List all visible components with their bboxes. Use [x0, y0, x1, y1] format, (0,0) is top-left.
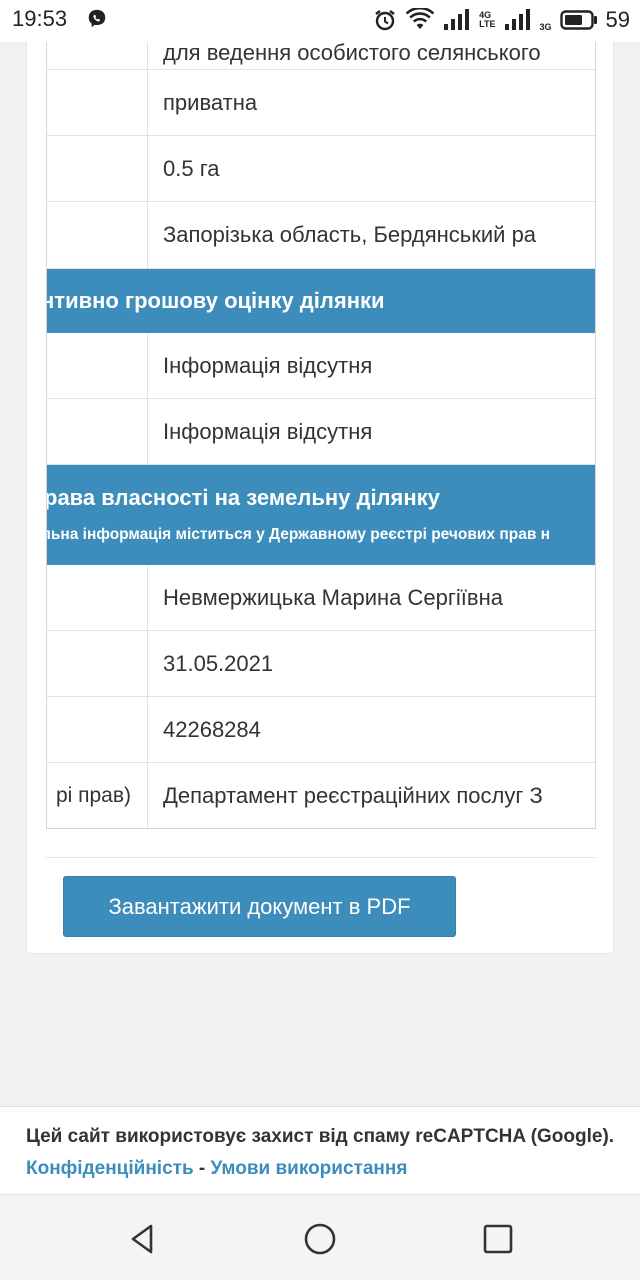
table-label-cell: [47, 42, 148, 69]
battery-icon: [559, 10, 597, 30]
privacy-link[interactable]: Конфіденційність: [26, 1158, 194, 1179]
table-label-cell: [47, 631, 148, 696]
table-value-cell: приватна: [163, 89, 258, 115]
content-card: для ведення особистого селянського прива…: [26, 42, 614, 954]
divider: [46, 857, 596, 858]
table-label-cell: [47, 697, 148, 762]
recents-icon[interactable]: [481, 1222, 515, 1256]
table-row: Запорізька область, Бердянський ра: [47, 202, 595, 269]
table-row: Невмержицька Марина Сергіївна: [47, 565, 595, 631]
battery-percent: 59: [605, 7, 630, 32]
table-value-cell: 31.05.2021: [163, 650, 274, 676]
table-label-cell: рі прав): [47, 763, 148, 828]
section-header-ownership: рава власності на земельну ділянку льна …: [47, 465, 595, 565]
section-subtitle: льна інформація міститься у Державному р…: [47, 526, 551, 543]
table-value-cell: Інформація відсутня: [163, 418, 373, 444]
recaptcha-notice: Цей сайт використовує захист від спаму r…: [0, 1106, 640, 1194]
signal-strength-icon: [444, 9, 470, 30]
table-value-cell: Невмержицька Марина Сергіївна: [163, 584, 503, 610]
table-row: Інформація відсутня: [47, 399, 595, 465]
back-icon[interactable]: [126, 1222, 160, 1256]
network-type-4g: 4G LTE: [479, 11, 495, 29]
table-label-cell: [47, 333, 148, 398]
recaptcha-text: Цей сайт використовує захист від спаму r…: [26, 1126, 615, 1179]
table-row: Інформація відсутня: [47, 333, 595, 399]
terms-link[interactable]: Умови використання: [211, 1158, 408, 1179]
section-title: рава власності на земельну ділянку: [47, 485, 440, 510]
home-icon[interactable]: [303, 1222, 337, 1256]
table-label-cell: [47, 399, 148, 464]
table-value-cell: 0.5 га: [163, 155, 220, 181]
network-type-3g: 3G: [539, 22, 552, 32]
status-time: 19:53: [12, 6, 68, 31]
status-icons: 4G LTE 3G 59: [373, 4, 630, 36]
signal-strength-icon-2: [504, 9, 530, 30]
navigation-bar: [0, 1194, 640, 1280]
table-row: для ведення особистого селянського: [47, 42, 595, 70]
table-label-cell: [47, 136, 148, 201]
table-label-cell: [47, 70, 148, 135]
table-label-cell: [47, 565, 148, 630]
table-row: 0.5 га: [47, 136, 595, 202]
section-header-valuation: нтивно грошову оцінку ділянки: [47, 269, 595, 333]
table-value-cell: 42268284: [163, 716, 261, 742]
parcel-info-table[interactable]: для ведення особистого селянського прива…: [46, 42, 596, 829]
table-label-cell: [47, 202, 148, 268]
table-row: 31.05.2021: [47, 631, 595, 697]
table-value-cell: Департамент реєстраційних послуг З: [163, 783, 543, 808]
alarm-clock-icon: [375, 10, 395, 31]
network-lte-label: LTE: [479, 19, 496, 29]
viber-icon: [88, 9, 106, 28]
table-value-cell: для ведення особистого селянського: [163, 42, 541, 65]
table-row: приватна: [47, 70, 595, 136]
section-title: нтивно грошову оцінку ділянки: [47, 288, 385, 313]
wifi-icon: [405, 8, 435, 29]
table-row: 42268284: [47, 697, 595, 763]
table-row: рі прав) Департамент реєстраційних послу…: [47, 763, 595, 828]
table-value-cell: Інформація відсутня: [163, 352, 373, 378]
table-value-cell: Запорізька область, Бердянський ра: [163, 222, 537, 247]
status-bar: 19:53 4G LTE 3G 59: [0, 0, 640, 42]
download-pdf-button[interactable]: Завантажити документ в PDF: [63, 876, 456, 937]
